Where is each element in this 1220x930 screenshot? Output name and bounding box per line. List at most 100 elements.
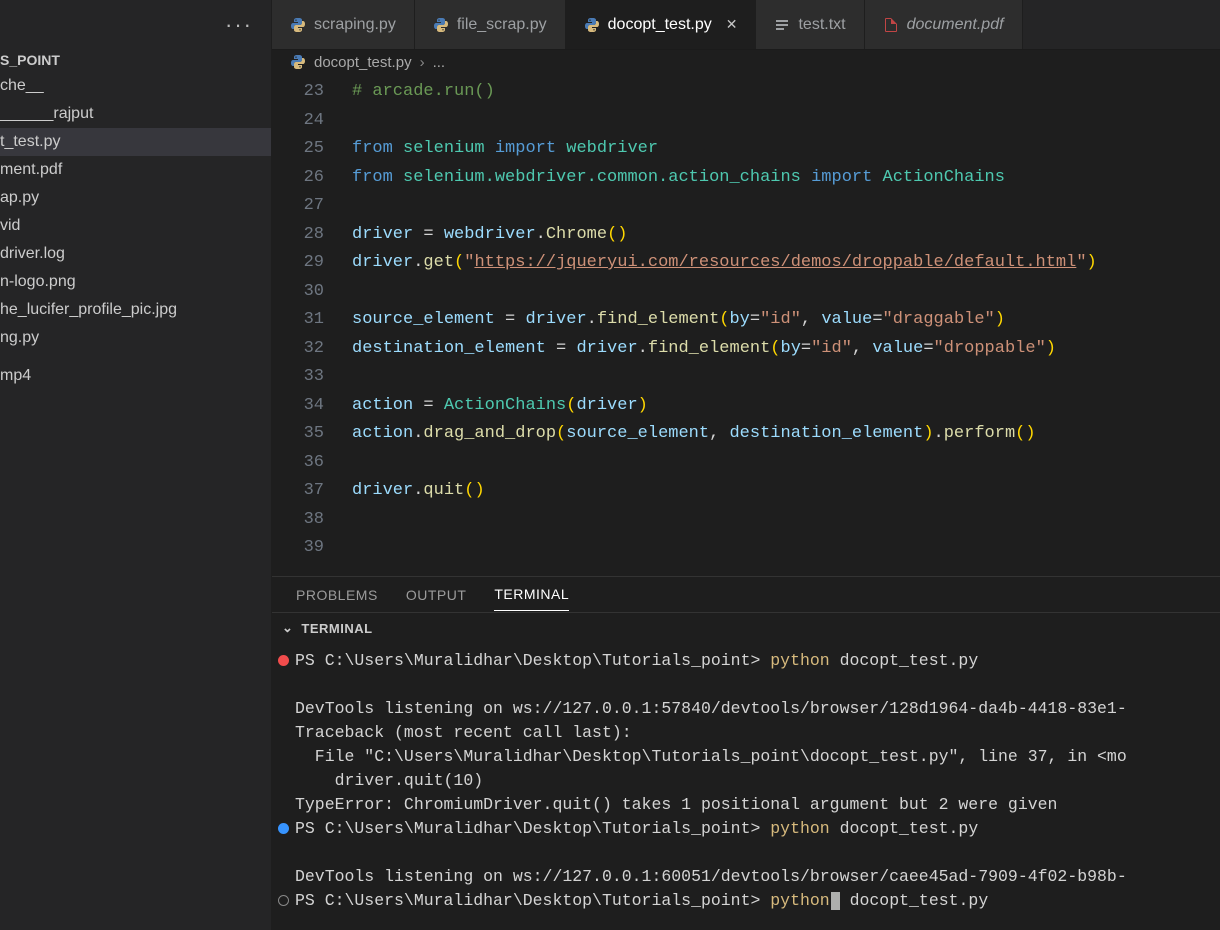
sidebar-top: ··· (0, 0, 271, 50)
app-root: ··· S_POINT che________rajputt_test.pyme… (0, 0, 1220, 930)
terminal-line: File "C:\Users\Muralidhar\Desktop\Tutori… (278, 745, 1220, 769)
tab-label: scraping.py (314, 16, 396, 34)
code-line[interactable] (352, 506, 1220, 535)
code-editor[interactable]: 2324252627282930313233343536373839 # arc… (272, 74, 1220, 576)
line-number: 32 (272, 335, 324, 364)
code-line[interactable] (352, 449, 1220, 478)
bottom-panel: PROBLEMS OUTPUT TERMINAL ⌄ TERMINAL PS C:\… (272, 576, 1220, 930)
terminal-line: Traceback (most recent call last): (278, 721, 1220, 745)
panel-tab-problems[interactable]: PROBLEMS (296, 579, 378, 611)
sidebar-item[interactable]: ng.py (0, 324, 271, 352)
sidebar-item[interactable]: che__ (0, 72, 271, 100)
python-file-icon (290, 54, 306, 70)
code-line[interactable] (352, 278, 1220, 307)
line-number: 38 (272, 506, 324, 535)
sidebar-item[interactable]: ap.py (0, 184, 271, 212)
code-line[interactable]: driver = webdriver.Chrome() (352, 221, 1220, 250)
code-content[interactable]: # arcade.run() from selenium import webdr… (352, 74, 1220, 576)
editor-tab[interactable]: test.txt (756, 0, 864, 49)
line-number: 34 (272, 392, 324, 421)
sidebar-item[interactable]: t_test.py (0, 128, 271, 156)
editor-tab[interactable]: docopt_test.py ✕ (566, 0, 757, 49)
status-dot-icon (278, 655, 289, 666)
line-number: 28 (272, 221, 324, 250)
editor-tabbar: scraping.py file_scrap.py docopt_test.py ✕ t… (272, 0, 1220, 50)
main-area: scraping.py file_scrap.py docopt_test.py ✕ t… (272, 0, 1220, 930)
code-line[interactable]: driver.get("https://jqueryui.com/resourc… (352, 249, 1220, 278)
more-actions-icon[interactable]: ··· (225, 12, 253, 38)
line-number: 23 (272, 78, 324, 107)
code-line[interactable] (352, 192, 1220, 221)
breadcrumb[interactable]: docopt_test.py › ... (272, 50, 1220, 74)
line-number: 33 (272, 363, 324, 392)
code-line[interactable]: action = ActionChains(driver) (352, 392, 1220, 421)
terminal-line: TypeError: ChromiumDriver.quit() takes 1… (278, 793, 1220, 817)
editor-tab[interactable]: file_scrap.py (415, 0, 566, 49)
panel-tabbar: PROBLEMS OUTPUT TERMINAL (272, 577, 1220, 613)
status-dot-icon (278, 895, 289, 906)
breadcrumb-separator-icon: › (420, 54, 425, 71)
editor-tab[interactable]: scraping.py (272, 0, 415, 49)
breadcrumb-more[interactable]: ... (433, 54, 446, 71)
code-line[interactable]: driver.quit() (352, 477, 1220, 506)
terminal-line (278, 841, 1220, 865)
code-line[interactable]: action.drag_and_drop(source_element, des… (352, 420, 1220, 449)
terminal-line (278, 673, 1220, 697)
py-file-icon (433, 17, 449, 33)
sidebar-item[interactable]: ______rajput (0, 100, 271, 128)
code-line[interactable]: from selenium.webdriver.common.action_ch… (352, 164, 1220, 193)
close-icon[interactable]: ✕ (726, 16, 738, 33)
editor-tab[interactable]: document.pdf (865, 0, 1023, 49)
code-line[interactable]: destination_element = driver.find_elemen… (352, 335, 1220, 364)
sidebar-item[interactable]: he_lucifer_profile_pic.jpg (0, 296, 271, 324)
line-number: 39 (272, 534, 324, 563)
explorer-project-header[interactable]: S_POINT (0, 50, 271, 72)
terminal-cursor (831, 892, 840, 910)
code-line[interactable] (352, 107, 1220, 136)
py-file-icon (584, 17, 600, 33)
txt-file-icon (774, 17, 790, 33)
terminal-line: DevTools listening on ws://127.0.0.1:578… (278, 697, 1220, 721)
sidebar-item[interactable]: driver.log (0, 240, 271, 268)
line-number: 24 (272, 107, 324, 136)
line-number: 26 (272, 164, 324, 193)
code-line[interactable] (352, 534, 1220, 563)
code-line[interactable] (352, 363, 1220, 392)
status-dot-icon (278, 823, 289, 834)
sidebar-item[interactable]: vid (0, 212, 271, 240)
terminal-line: PS C:\Users\Muralidhar\Desktop\Tutorials… (278, 649, 1220, 673)
terminal-section-label: TERMINAL (301, 621, 372, 636)
chevron-down-icon: ⌄ (282, 620, 293, 636)
sidebar-item[interactable]: n-logo.png (0, 268, 271, 296)
panel-tab-output[interactable]: OUTPUT (406, 579, 467, 611)
panel-tab-terminal[interactable]: TERMINAL (494, 578, 569, 611)
explorer-sidebar: ··· S_POINT che________rajputt_test.pyme… (0, 0, 272, 930)
line-number: 29 (272, 249, 324, 278)
terminal-line: PS C:\Users\Muralidhar\Desktop\Tutorials… (278, 817, 1220, 841)
line-number: 30 (272, 278, 324, 307)
tab-label: test.txt (798, 16, 845, 34)
line-number: 36 (272, 449, 324, 478)
tab-label: docopt_test.py (608, 16, 712, 34)
tab-label: file_scrap.py (457, 16, 547, 34)
line-number: 27 (272, 192, 324, 221)
line-number: 35 (272, 420, 324, 449)
line-number: 37 (272, 477, 324, 506)
terminal-output[interactable]: PS C:\Users\Muralidhar\Desktop\Tutorials… (272, 643, 1220, 930)
terminal-line: DevTools listening on ws://127.0.0.1:600… (278, 865, 1220, 889)
breadcrumb-file[interactable]: docopt_test.py (314, 54, 412, 71)
file-list: che________rajputt_test.pyment.pdfap.pyv… (0, 72, 271, 390)
pdf-file-icon (883, 17, 899, 33)
terminal-line: driver.quit(10) (278, 769, 1220, 793)
sidebar-item[interactable]: ment.pdf (0, 156, 271, 184)
line-number: 31 (272, 306, 324, 335)
code-line[interactable]: source_element = driver.find_element(by=… (352, 306, 1220, 335)
terminal-line: PS C:\Users\Muralidhar\Desktop\Tutorials… (278, 889, 1220, 913)
code-line[interactable]: from selenium import webdriver (352, 135, 1220, 164)
tab-label: document.pdf (907, 16, 1004, 34)
sidebar-item[interactable]: mp4 (0, 362, 271, 390)
sidebar-item[interactable] (0, 352, 271, 362)
py-file-icon (290, 17, 306, 33)
code-line[interactable]: # arcade.run() (352, 78, 1220, 107)
terminal-section-header[interactable]: ⌄ TERMINAL (272, 613, 1220, 643)
